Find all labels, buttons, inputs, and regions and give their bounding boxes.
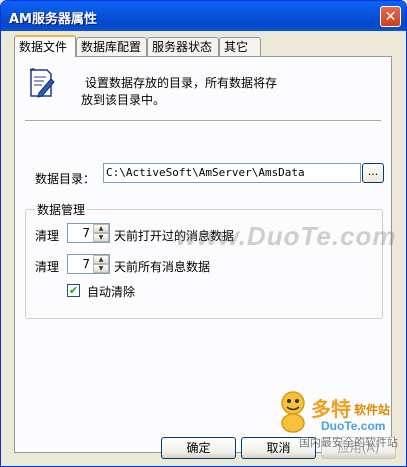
description-line-2: 放到该目录中。 [81,93,166,107]
spin-down-icon[interactable]: ▼ [93,233,109,242]
description-text: 设置数据存放的目录，所有数据将存 放到该目录中。 [65,75,365,109]
tab-other[interactable]: 其它 [219,37,261,56]
auto-clean-checkbox[interactable]: ✔ [67,284,80,297]
data-directory-input[interactable]: C:\ActiveSoft\AmServer\AmsData [103,163,361,183]
watermark-site: DuoTe.com [321,419,386,433]
watermark-tagline: 国内最安全的软件站 [299,436,398,449]
browse-button[interactable]: ... [362,163,384,183]
mascot-logo-icon [281,391,305,433]
opened-days-spin-buttons: ▲ ▼ [93,224,109,242]
spin-down-icon[interactable]: ▼ [93,264,109,273]
properties-dialog: AM服务器属性 ✕ 数据文件 数据库配置 服务器状态 其它 设置数据存放的目录，… [0,0,407,467]
clean-all-label: 清理 [35,260,60,274]
spin-up-icon[interactable]: ▲ [93,255,109,264]
description-line-1: 设置数据存放的目录，所有数据将存 [85,76,278,90]
window-title: AM服务器属性 [9,12,97,27]
clean-all-suffix: 天前所有消息数据 [114,260,211,274]
watermark-brand-suffix: 软件站 [354,403,391,417]
document-edit-icon [29,68,55,98]
all-days-stepper[interactable]: 7 ▲ ▼ [67,254,110,274]
auto-clean-label[interactable]: 自动清除 [87,283,135,300]
clean-opened-label: 清理 [35,229,60,243]
opened-days-stepper[interactable]: 7 ▲ ▼ [67,223,110,243]
all-days-value[interactable]: 7 [82,257,90,271]
ok-button[interactable]: 确定 [161,437,236,459]
spin-up-icon[interactable]: ▲ [93,224,109,233]
close-button[interactable]: ✕ [380,6,401,27]
opened-days-value[interactable]: 7 [82,226,90,240]
watermark-center: www.DuoTe.com [176,221,397,251]
title-bar[interactable]: AM服务器属性 ✕ [1,1,406,31]
data-directory-label: 数据目录： [35,172,96,186]
separator [25,120,381,122]
all-days-spin-buttons: ▲ ▼ [93,255,109,273]
watermark-brand: 多特 [311,399,351,421]
tab-data-files[interactable]: 数据文件 [14,35,76,57]
data-management-title: 数据管理 [35,201,88,218]
tab-server-status[interactable]: 服务器状态 [147,37,219,56]
tab-database-config[interactable]: 数据库配置 [76,37,147,56]
